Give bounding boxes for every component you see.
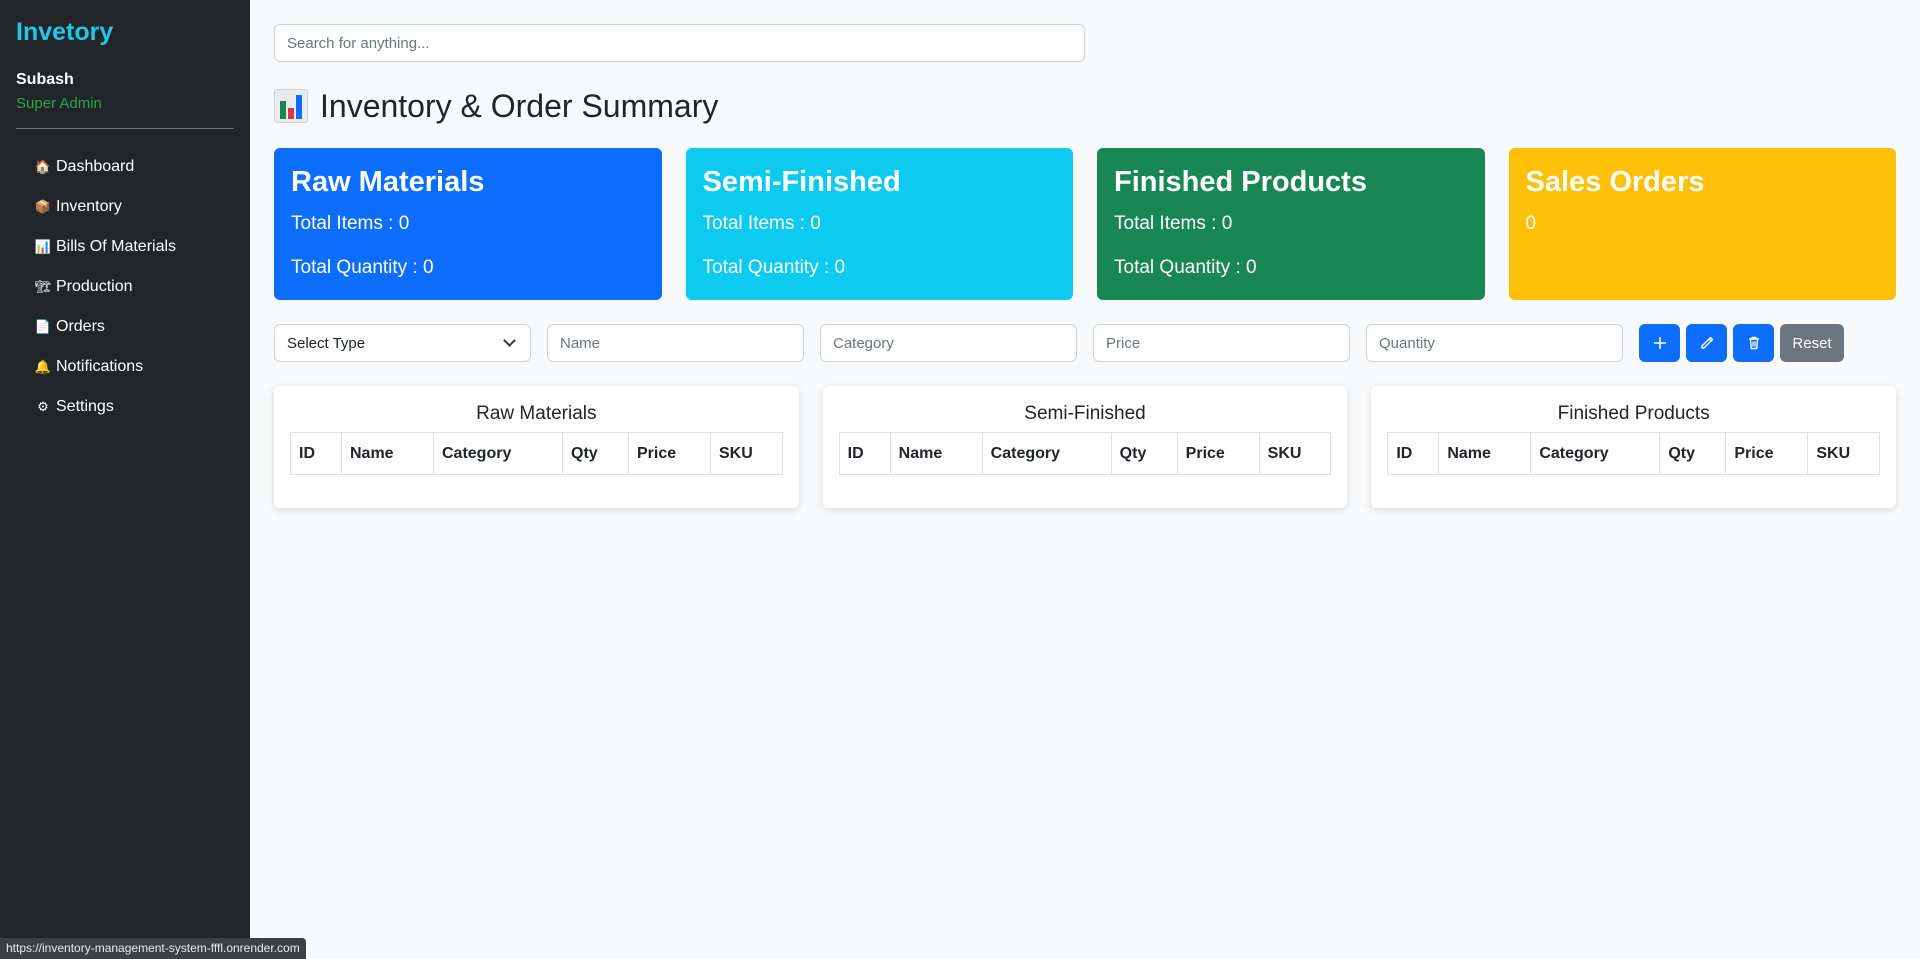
quantity-field[interactable] (1366, 324, 1623, 362)
raw-materials-table: ID Name Category Qty Price SKU (290, 432, 783, 475)
sidebar-item-label: Production (56, 278, 133, 295)
card-sales-orders: Sales Orders 0 (1508, 148, 1896, 300)
sidebar-item-inventory[interactable]: 📦 Inventory (16, 187, 234, 227)
column-header-name[interactable]: Name (1438, 432, 1532, 475)
reset-button[interactable]: Reset (1780, 324, 1844, 362)
box-icon: 📦 (34, 199, 52, 214)
document-icon: 📄 (34, 319, 52, 334)
column-header-category[interactable]: Category (981, 432, 1112, 475)
card-total-items: Total Items : 0 (291, 213, 410, 234)
sidebar-item-dashboard[interactable]: 🏠 Dashboard (16, 147, 234, 187)
home-icon: 🏠 (34, 159, 52, 174)
table-header-row: ID Name Category Qty Price SKU (1387, 432, 1881, 475)
plus-icon (1653, 337, 1666, 349)
sidebar-item-label: Bills Of Materials (56, 238, 177, 255)
user-name: Subash (16, 71, 74, 88)
category-field[interactable] (820, 324, 1077, 362)
table-title: Semi-Finished (1024, 403, 1146, 424)
gear-icon: ⚙ (37, 399, 49, 414)
bell-icon: 🔔 (34, 359, 52, 374)
column-header-id[interactable]: ID (838, 432, 891, 475)
sidebar-item-label: Orders (56, 318, 105, 335)
crane-icon: 🏗 (34, 279, 52, 294)
sidebar-item-label: Settings (56, 398, 114, 415)
card-total-quantity: Total Quantity : 0 (702, 257, 846, 278)
column-header-price[interactable]: Price (1725, 432, 1809, 475)
column-header-sku[interactable]: SKU (1807, 432, 1881, 475)
summary-cards: Raw Materials Total Items : 0 Total Quan… (274, 148, 1896, 300)
pencil-icon (1700, 336, 1713, 349)
sidebar-item-bills-of-materials[interactable]: 📊 Bills Of Materials (16, 227, 234, 267)
table-card-raw-materials: Raw Materials ID Name Category Qty Price… (274, 386, 799, 508)
sidebar-item-orders[interactable]: 📄 Orders (16, 307, 234, 347)
card-finished-products: Finished Products Total Items : 0 Total … (1097, 148, 1485, 300)
edit-button[interactable] (1686, 324, 1727, 362)
sidebar-item-label: Inventory (56, 198, 122, 215)
delete-button[interactable] (1733, 324, 1774, 362)
finished-products-table: ID Name Category Qty Price SKU (1387, 432, 1881, 475)
column-header-category[interactable]: Category (433, 432, 563, 475)
table-card-semi-finished: Semi-Finished ID Name Category Qty Price… (822, 386, 1348, 508)
page-title-text: Inventory & Order Summary (320, 87, 719, 124)
table-header-row: ID Name Category Qty Price SKU (838, 432, 1332, 475)
card-semi-finished: Semi-Finished Total Items : 0 Total Quan… (685, 148, 1073, 300)
column-header-price[interactable]: Price (628, 432, 711, 475)
bar-chart-icon (274, 89, 308, 123)
chevron-down-icon (503, 334, 516, 347)
card-title: Raw Materials (291, 166, 485, 198)
semi-finished-table: ID Name Category Qty Price SKU (838, 432, 1332, 475)
column-header-sku[interactable]: SKU (710, 432, 783, 475)
card-total-quantity: Total Quantity : 0 (291, 257, 434, 278)
sidebar-item-label: Dashboard (56, 158, 135, 175)
table-card-finished-products: Finished Products ID Name Category Qty P… (1371, 386, 1897, 508)
column-header-qty[interactable]: Qty (1110, 432, 1178, 475)
item-form: Select Type Reset (274, 324, 1896, 362)
status-bar-url: https://inventory-management-system-fffl… (0, 938, 306, 959)
card-title: Semi-Finished (702, 166, 901, 198)
card-total-items: Total Items : 0 (1114, 213, 1233, 234)
column-header-qty[interactable]: Qty (1659, 432, 1727, 475)
sidebar-item-settings[interactable]: ⚙ Settings (16, 387, 234, 427)
column-header-name[interactable]: Name (341, 432, 434, 475)
type-select-value: Select Type (287, 334, 366, 352)
card-title: Sales Orders (1525, 166, 1705, 198)
column-header-name[interactable]: Name (889, 432, 983, 475)
trash-icon (1748, 336, 1759, 350)
column-header-id[interactable]: ID (1387, 432, 1440, 475)
column-header-id[interactable]: ID (290, 432, 342, 475)
column-header-price[interactable]: Price (1176, 432, 1260, 475)
card-total-quantity: Total Quantity : 0 (1114, 257, 1257, 278)
card-total-items: Total Items : 0 (702, 213, 821, 234)
column-header-qty[interactable]: Qty (562, 432, 629, 475)
card-raw-materials: Raw Materials Total Items : 0 Total Quan… (274, 148, 662, 300)
brand-logo-text[interactable]: Invetory (16, 18, 234, 47)
table-header-row: ID Name Category Qty Price SKU (290, 432, 783, 475)
column-header-sku[interactable]: SKU (1258, 432, 1332, 475)
main-content: Inventory & Order Summary Raw Materials … (274, 24, 1897, 508)
sidebar: Invetory Subash Super Admin 🏠 Dashboard … (0, 0, 250, 959)
table-title: Raw Materials (476, 403, 597, 424)
type-select[interactable]: Select Type (274, 324, 531, 362)
page-title: Inventory & Order Summary (274, 86, 1896, 126)
add-button[interactable] (1639, 324, 1680, 362)
sidebar-divider (16, 128, 234, 129)
sidebar-nav: 🏠 Dashboard 📦 Inventory 📊 Bills Of Mater… (16, 147, 234, 427)
chart-icon: 📊 (34, 239, 52, 254)
name-field[interactable] (547, 324, 804, 362)
table-title: Finished Products (1557, 403, 1710, 424)
sidebar-item-production[interactable]: 🏗 Production (16, 267, 234, 307)
sidebar-item-label: Notifications (56, 358, 144, 375)
search-input[interactable] (274, 24, 1085, 62)
user-role: Super Admin (16, 95, 102, 112)
price-field[interactable] (1093, 324, 1350, 362)
card-title: Finished Products (1114, 166, 1367, 198)
card-order-count: 0 (1525, 213, 1537, 234)
sidebar-item-notifications[interactable]: 🔔 Notifications (16, 347, 234, 387)
column-header-category[interactable]: Category (1530, 432, 1661, 475)
inventory-tables: Raw Materials ID Name Category Qty Price… (274, 386, 1897, 508)
